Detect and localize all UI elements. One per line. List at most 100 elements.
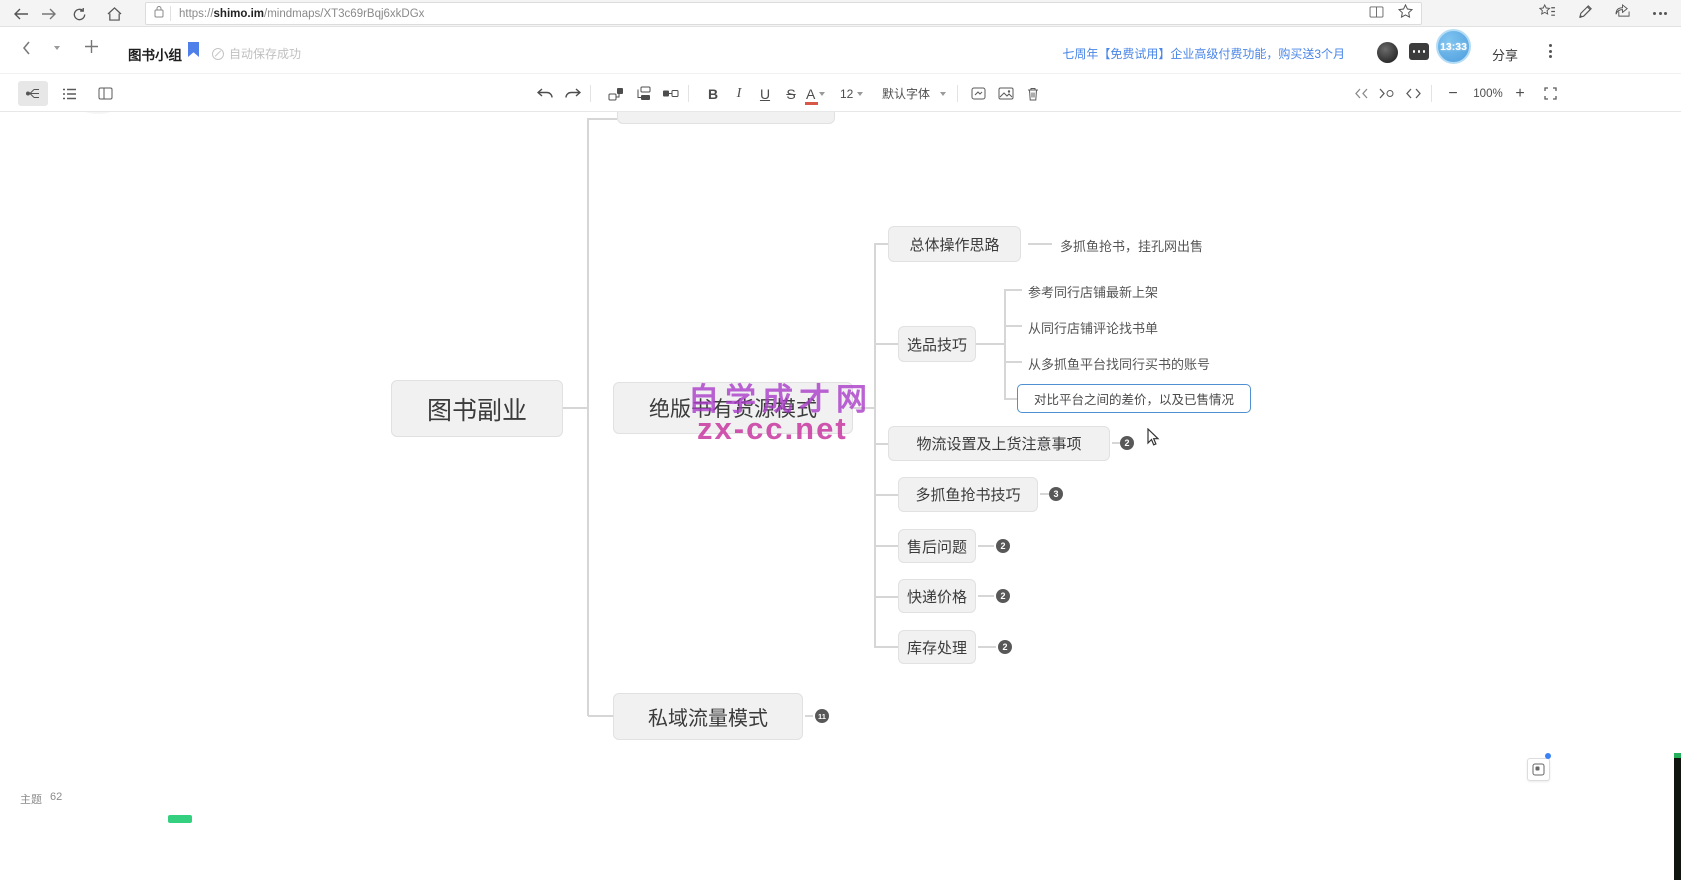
format-toolbar: B I U S A 12 默认字体 − 100% + [0, 73, 1681, 112]
url-text: https://shimo.im/mindmaps/XT3c69rBqj6xkD… [179, 8, 424, 20]
zoom-level: 100% [1470, 81, 1506, 106]
mindmap-node[interactable]: 库存处理 [898, 630, 976, 664]
bookmark-icon[interactable] [188, 42, 199, 57]
mindmap-node-branch2[interactable]: 私域流量模式 [613, 693, 803, 740]
doc-title[interactable]: 图书小组 [128, 44, 182, 64]
mindmap-node[interactable]: 总体操作思路 [888, 226, 1021, 262]
doc-more-icon[interactable] [1541, 42, 1559, 60]
mindmap-node[interactable]: 选品技巧 [898, 326, 976, 362]
mindmap-node[interactable]: 多抓鱼抢书技巧 [898, 477, 1038, 512]
connector [874, 243, 888, 245]
new-doc-icon[interactable] [84, 39, 99, 54]
comments-icon[interactable] [1409, 43, 1429, 60]
history-dropdown-icon[interactable] [50, 46, 60, 50]
connector [588, 118, 617, 120]
toolbar-divider [590, 85, 591, 102]
connector [588, 715, 613, 717]
redo-icon[interactable] [558, 81, 588, 106]
view-outline-button[interactable] [54, 81, 84, 106]
font-family-select[interactable]: 默认字体 [882, 81, 946, 106]
view-split-button[interactable] [90, 81, 120, 106]
connector [874, 343, 898, 345]
browser-refresh-icon[interactable] [68, 3, 90, 25]
recording-timer-overlay: 13:33 [1436, 29, 1471, 64]
favorite-star-icon[interactable] [1398, 4, 1413, 23]
video-progress-marker [168, 815, 192, 823]
connector [587, 118, 589, 716]
mindmap-node[interactable]: 售后问题 [898, 529, 976, 563]
mindmap-canvas[interactable]: 图书副业 绝版书有货源模式 总体操作思路 多抓鱼抢书，挂孔网出售 选品技巧 参考… [0, 112, 1681, 880]
italic-button[interactable]: I [728, 81, 750, 106]
connector [1004, 289, 1006, 399]
browser-more-icon[interactable] [1653, 12, 1667, 15]
share-icon[interactable] [1615, 4, 1631, 23]
connector [1004, 361, 1022, 363]
autosave-status-icon [212, 48, 224, 60]
browser-home-icon[interactable] [103, 3, 125, 25]
toolbar-divider [688, 85, 689, 102]
zoom-in-button[interactable]: + [1510, 81, 1530, 106]
connector [1004, 289, 1022, 291]
collapsed-count-badge[interactable]: 2 [996, 589, 1010, 603]
mindmap-leaf[interactable]: 多抓鱼抢书，挂孔网出售 [1060, 236, 1203, 255]
browser-back-icon[interactable] [10, 3, 32, 25]
mindmap-leaf[interactable]: 从多抓鱼平台找同行买书的账号 [1028, 354, 1210, 373]
strikethrough-button[interactable]: S [780, 81, 802, 106]
connector [978, 595, 994, 597]
autosave-status: 自动保存成功 [212, 45, 301, 62]
connector [1004, 325, 1022, 327]
mindmap-leaf[interactable]: 从同行店铺评论找书单 [1028, 318, 1158, 337]
insert-link-icon[interactable] [963, 81, 993, 106]
hub-favorites-icon[interactable] [1539, 4, 1556, 23]
browser-forward-icon[interactable] [38, 3, 60, 25]
fit-screen-icon[interactable] [1535, 81, 1565, 106]
expand-all-icon[interactable] [1398, 81, 1428, 106]
insert-child-node-icon[interactable] [601, 81, 631, 106]
bold-button[interactable]: B [702, 81, 724, 106]
connector [874, 243, 876, 647]
promo-banner-link[interactable]: 七周年【免费试用】企业高级付费功能，购买送3个月 [1062, 45, 1345, 62]
mindmap-node[interactable]: 快递价格 [898, 579, 976, 613]
zoom-out-button[interactable]: − [1443, 81, 1463, 106]
doc-back-icon[interactable] [22, 41, 31, 55]
reading-view-icon[interactable] [1369, 5, 1384, 23]
mindmap-node-selected[interactable]: 对比平台之间的差价，以及已售情况 [1017, 384, 1251, 413]
address-bar[interactable]: https://shimo.im/mindmaps/XT3c69rBqj6xkD… [145, 2, 1422, 25]
mindmap-node[interactable]: 物流设置及上货注意事项 [888, 426, 1110, 461]
connector [874, 545, 898, 547]
collapsed-count-badge[interactable]: 11 [815, 709, 829, 723]
minimap-toggle-button[interactable] [1527, 758, 1550, 781]
share-button[interactable]: 分享 [1492, 45, 1518, 64]
mouse-cursor [1147, 428, 1160, 452]
toolbar-divider [957, 85, 958, 102]
web-note-pen-icon[interactable] [1578, 4, 1593, 24]
lock-icon [154, 5, 164, 23]
video-scrollbar-cap [1674, 753, 1681, 758]
user-avatar[interactable] [1377, 42, 1398, 63]
app-header: 图书小组 自动保存成功 七周年【免费试用】企业高级付费功能，购买送3个月 13:… [0, 27, 1681, 73]
connector [1028, 243, 1052, 245]
connector [563, 407, 588, 409]
mindmap-leaf[interactable]: 参考同行店铺最新上架 [1028, 282, 1158, 301]
connector [874, 646, 898, 648]
font-color-button[interactable]: A [806, 81, 825, 106]
delete-node-icon[interactable] [1018, 81, 1048, 106]
browser-toolbar: https://shimo.im/mindmaps/XT3c69rBqj6xkD… [0, 0, 1681, 27]
collapsed-count-badge[interactable]: 2 [998, 640, 1012, 654]
mindmap-root-node[interactable]: 图书副业 [391, 380, 563, 437]
connector [976, 343, 1005, 345]
collapsed-count-badge[interactable]: 2 [996, 539, 1010, 553]
view-mindmap-button[interactable] [18, 81, 48, 106]
insert-parent-node-icon[interactable] [655, 81, 685, 106]
font-size-select[interactable]: 12 [840, 81, 863, 106]
connector [1112, 442, 1120, 444]
insert-image-icon[interactable] [991, 81, 1021, 106]
video-watermark-line2: zx-cc.net [697, 411, 848, 447]
underline-button[interactable]: U [754, 81, 776, 106]
undo-icon[interactable] [530, 81, 560, 106]
mindmap-node-partial-top[interactable] [617, 112, 835, 124]
connector [1004, 398, 1017, 400]
collapsed-count-badge[interactable]: 2 [1120, 436, 1134, 450]
ghost-watermark [58, 112, 288, 127]
collapsed-count-badge[interactable]: 3 [1049, 487, 1063, 501]
